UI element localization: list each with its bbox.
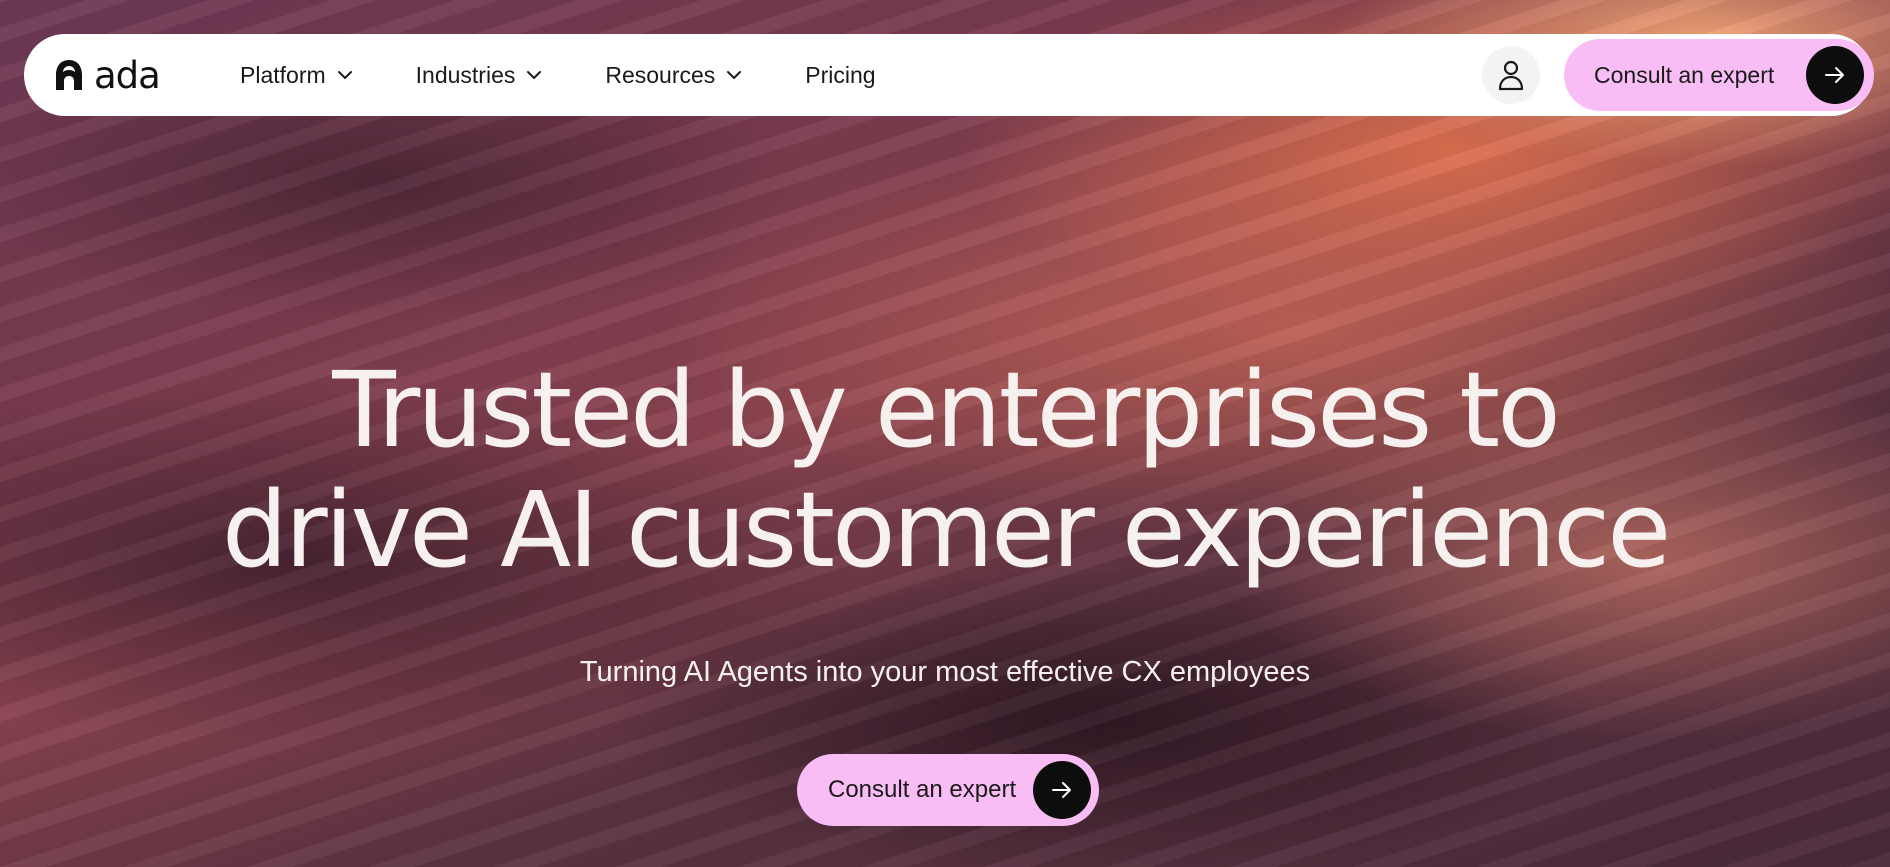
ada-logo[interactable]: ada (54, 52, 161, 98)
nav-consult-expert-button[interactable]: Consult an expert (1564, 39, 1874, 111)
nav-item-label: Pricing (805, 61, 876, 88)
brand-name: ada (94, 53, 161, 97)
user-icon (1498, 60, 1524, 91)
arrow-right-icon (1052, 782, 1071, 798)
cta-label: Consult an expert (828, 776, 1017, 803)
nav-item-industries[interactable]: Industries (416, 62, 544, 89)
ada-logo-icon (56, 60, 82, 90)
chevron-down-icon (527, 71, 542, 79)
nav-item-label: Platform (240, 61, 326, 88)
arrow-right-icon (1825, 67, 1844, 83)
chevron-down-icon (727, 71, 742, 79)
nav-menu: Platform Industries Resources Pricing (240, 34, 938, 116)
arrow-circle (1806, 46, 1864, 104)
nav-item-pricing[interactable]: Pricing (805, 62, 875, 89)
hero-title-line-2: drive AI customer experience (221, 469, 1671, 591)
page: ada Platform Industries Resources Pricin… (0, 0, 1890, 867)
cta-label: Consult an expert (1594, 61, 1775, 88)
hero-subtitle: Turning AI Agents into your most effecti… (579, 656, 1311, 688)
hero-title: Trusted by enterprises to drive AI custo… (0, 350, 1890, 590)
nav-item-label: Industries (415, 61, 516, 88)
top-navigation: ada Platform Industries Resources Pricin… (24, 34, 1874, 116)
nav-item-resources[interactable]: Resources (605, 62, 743, 89)
nav-item-platform[interactable]: Platform (240, 62, 354, 89)
hero-consult-expert-button[interactable]: Consult an expert (797, 754, 1099, 826)
arrow-circle (1033, 761, 1091, 819)
hero-title-line-1: Trusted by enterprises to (332, 349, 1560, 471)
account-button[interactable] (1482, 46, 1540, 104)
chevron-down-icon (337, 71, 352, 79)
nav-item-label: Resources (605, 61, 716, 88)
